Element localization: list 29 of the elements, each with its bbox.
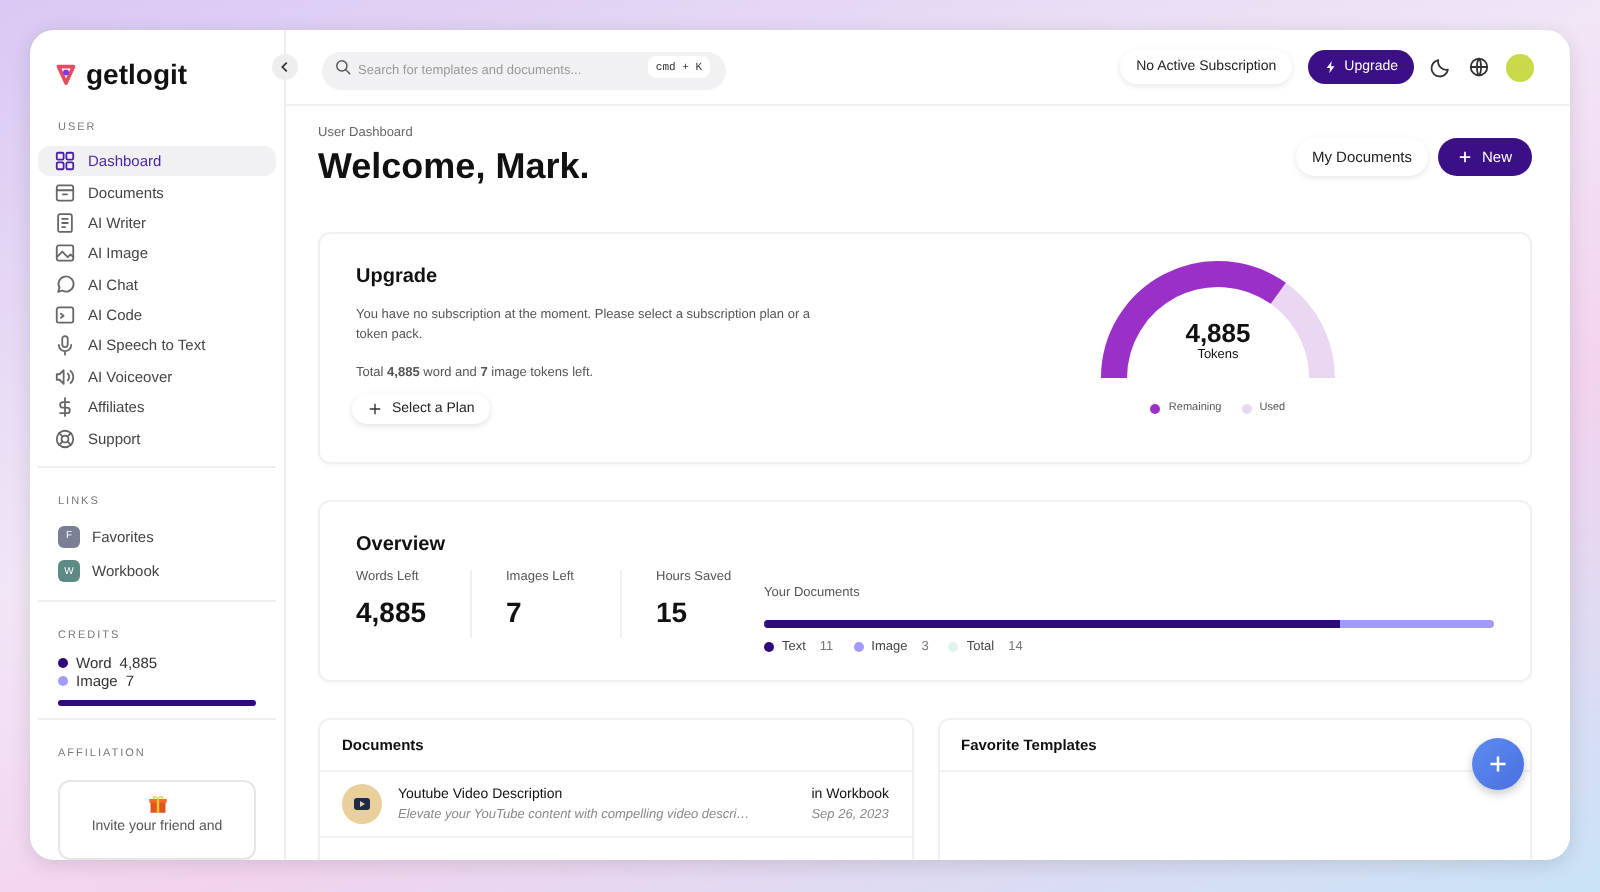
card-title: Overview [356, 534, 447, 556]
image-icon [54, 242, 76, 265]
stat-value: 15 [656, 596, 690, 628]
grid-icon [54, 150, 76, 173]
moon-icon [1430, 56, 1452, 78]
microphone-icon [54, 334, 76, 357]
gift-icon [147, 793, 167, 814]
chat-icon [54, 273, 76, 296]
speaker-icon [54, 365, 76, 388]
chevron-left-icon [278, 60, 292, 74]
dollar-icon [54, 396, 76, 419]
document-icon [54, 211, 76, 234]
archive-icon [54, 181, 76, 204]
lifebuoy-icon [54, 427, 76, 450]
page-title: Welcome, Mark. [318, 145, 590, 187]
plus-icon [1457, 149, 1472, 163]
plus-icon [368, 402, 382, 417]
lightning-icon [1324, 60, 1339, 74]
collapse-button[interactable] [272, 54, 298, 80]
search-icon [334, 58, 352, 76]
gauge-value: 4,885 [1185, 318, 1251, 348]
globe-icon [1468, 56, 1490, 78]
stat-value: 7 [506, 596, 524, 628]
brand-name: getlogit [86, 58, 188, 90]
plus-icon [1488, 754, 1508, 774]
stat-value: 4,885 [356, 596, 427, 628]
logo-icon [54, 62, 78, 86]
terminal-icon [54, 304, 76, 327]
card-title: Upgrade [356, 266, 440, 288]
